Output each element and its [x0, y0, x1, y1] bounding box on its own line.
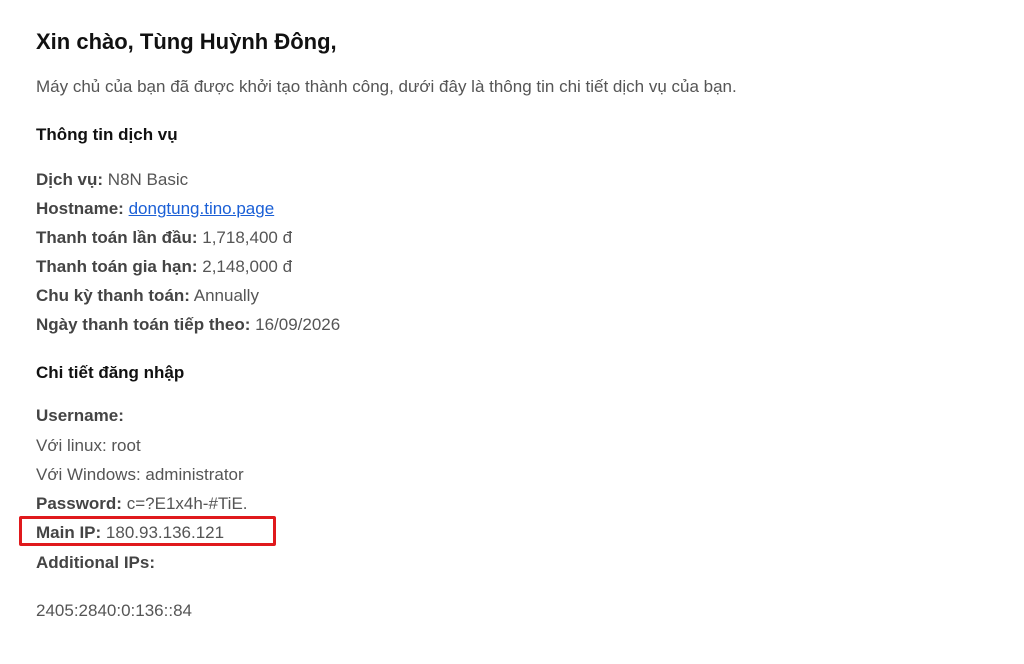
- hostname-label: Hostname:: [36, 199, 124, 218]
- username-row: Username:: [36, 406, 124, 426]
- greeting-heading: Xin chào, Tùng Huỳnh Đông,: [36, 29, 337, 54]
- next-due-row: Ngày thanh toán tiếp theo: 16/09/2026: [36, 315, 340, 335]
- main-ip-value: 180.93.136.121: [105, 523, 225, 542]
- service-label: Dịch vụ:: [36, 170, 104, 189]
- billing-cycle-value: Annually: [193, 286, 259, 305]
- windows-user-row: Với Windows: administrator: [36, 465, 244, 484]
- password-label: Password:: [36, 494, 122, 513]
- service-row: Dịch vụ: N8N Basic: [36, 170, 188, 190]
- renewal-value: 2,148,000 đ: [202, 257, 293, 276]
- password-row: Password: c=?E1x4h-#TiE.: [36, 494, 248, 514]
- login-details-title: Chi tiết đăng nhập: [36, 363, 185, 382]
- next-due-label: Ngày thanh toán tiếp theo:: [36, 315, 251, 334]
- linux-user-row: Với linux: root: [36, 436, 141, 455]
- hostname-link[interactable]: dongtung.tino.page: [129, 199, 275, 218]
- next-due-value: 16/09/2026: [255, 315, 341, 334]
- first-payment-value: 1,718,400 đ: [202, 228, 293, 247]
- service-value: N8N Basic: [107, 170, 189, 189]
- additional-ips-row: Additional IPs:: [36, 553, 155, 573]
- intro-text: Máy chủ của bạn đã được khởi tạo thành c…: [36, 77, 737, 96]
- service-info-title: Thông tin dịch vụ: [36, 125, 178, 144]
- main-ip-row: Main IP: 180.93.136.121: [36, 523, 224, 543]
- hostname-row: Hostname: dongtung.tino.page: [36, 199, 274, 219]
- renewal-row: Thanh toán gia hạn: 2,148,000 đ: [36, 257, 292, 277]
- additional-ips-label: Additional IPs:: [36, 553, 155, 572]
- first-payment-label: Thanh toán lần đầu:: [36, 228, 198, 247]
- password-value: c=?E1x4h-#TiE.: [126, 494, 248, 513]
- additional-ip-value: 2405:2840:0:136::84: [36, 601, 192, 620]
- billing-cycle-row: Chu kỳ thanh toán: Annually: [36, 286, 259, 306]
- username-label: Username:: [36, 406, 124, 425]
- first-payment-row: Thanh toán lần đầu: 1,718,400 đ: [36, 228, 292, 248]
- renewal-label: Thanh toán gia hạn:: [36, 257, 198, 276]
- main-ip-label: Main IP:: [36, 523, 102, 542]
- billing-cycle-label: Chu kỳ thanh toán:: [36, 286, 190, 305]
